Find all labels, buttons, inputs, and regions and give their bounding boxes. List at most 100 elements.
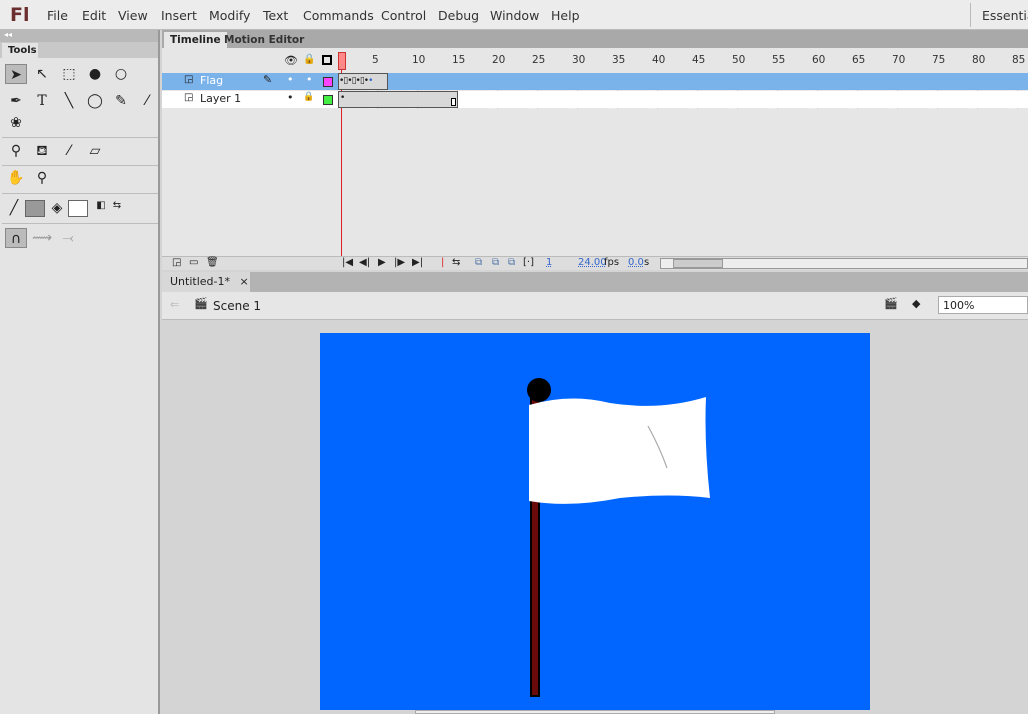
tools-tab[interactable]: Tools [2, 43, 38, 59]
layer-outline-color[interactable] [323, 77, 333, 87]
tab-motion-editor[interactable]: Motion Editor [218, 32, 310, 48]
frame-number: 65 [852, 54, 866, 66]
bone-tool-icon[interactable]: ⚲ [5, 141, 27, 161]
frame-number: 85 [1012, 54, 1026, 66]
hand-tool-icon[interactable]: ✋ [5, 168, 27, 188]
play-icon[interactable]: ▶ [378, 257, 386, 268]
pencil-icon: ✎ [263, 73, 273, 86]
menu-view[interactable]: View [118, 8, 148, 23]
visibility-dot[interactable]: • [287, 91, 294, 104]
frame-number: 40 [652, 54, 666, 66]
subselection-tool-icon[interactable]: ↖ [31, 64, 53, 84]
collapse-button[interactable]: ◂◂ [0, 30, 158, 42]
menu-modify[interactable]: Modify [209, 8, 250, 23]
lock-icon[interactable]: 🔒 [303, 92, 314, 102]
menu-debug[interactable]: Debug [438, 8, 479, 23]
close-tab-icon[interactable]: × [239, 275, 248, 288]
layer-row-layer1[interactable]: ◲ Layer 1 • 🔒 • [162, 91, 1028, 108]
center-frame-icon[interactable]: | [441, 257, 444, 268]
frame-number: 10 [412, 54, 426, 66]
menu-bar: Fl File Edit View Insert Modify Text Com… [0, 0, 1028, 30]
zoom-tool-icon[interactable]: ⚲ [31, 168, 53, 188]
menu-help[interactable]: Help [551, 8, 580, 23]
go-to-first-frame-icon[interactable]: |◀ [342, 257, 353, 268]
loop-icon[interactable]: ⇆ [452, 257, 460, 268]
modify-markers-icon[interactable]: [·] [523, 257, 534, 268]
free-transform-tool-icon[interactable]: ⬚ [58, 64, 80, 84]
playhead[interactable] [338, 52, 346, 70]
pencil-tool-icon[interactable]: ✎ [110, 91, 132, 111]
frame-rate[interactable]: 24.00 [578, 257, 607, 268]
frame-number: 25 [532, 54, 546, 66]
show-hide-all-icon[interactable]: 👁 [284, 54, 298, 67]
lasso-tool-icon[interactable]: ○ [110, 64, 132, 84]
frame-number: 5 [372, 54, 379, 66]
layer-outline-color[interactable] [323, 95, 333, 105]
back-arrow-icon[interactable]: ⇐ [170, 298, 179, 311]
menu-window[interactable]: Window [490, 8, 539, 23]
text-tool-icon[interactable]: T [31, 91, 53, 111]
onion-outlines-icon[interactable]: ⧉ [492, 257, 499, 268]
menu-file[interactable]: File [47, 8, 68, 23]
pen-tool-icon[interactable]: ✒ [5, 91, 27, 111]
outline-all-icon[interactable] [322, 55, 332, 65]
flag-artwork[interactable] [320, 333, 870, 710]
brush-tool-icon[interactable]: ⁄ [136, 91, 158, 111]
stroke-color-swatch[interactable] [25, 200, 45, 217]
oval-tool-icon[interactable]: ◯ [84, 91, 106, 111]
paint-bucket-tool-icon[interactable]: ⛾ [31, 141, 53, 161]
new-layer-icon[interactable]: ◲ [172, 257, 181, 268]
menu-edit[interactable]: Edit [82, 8, 106, 23]
timeline-scrollbar[interactable] [660, 258, 1028, 269]
eraser-tool-icon[interactable]: ▱ [84, 141, 106, 161]
3d-rotation-tool-icon[interactable]: ● [84, 64, 106, 84]
frame-number: 55 [772, 54, 786, 66]
frame-number: 30 [572, 54, 586, 66]
swap-colors-icon[interactable]: ⇆ [106, 196, 128, 216]
menu-commands[interactable]: Commands [303, 8, 374, 23]
fill-color-swatch[interactable] [68, 200, 88, 217]
layer-name[interactable]: Flag [200, 74, 223, 87]
stage[interactable] [320, 333, 870, 710]
zoom-input[interactable]: 100% [938, 296, 1028, 314]
go-to-last-frame-icon[interactable]: ▶| [412, 257, 423, 268]
selection-tool-icon[interactable]: ➤ [5, 64, 27, 84]
eyedropper-tool-icon[interactable]: ⁄ [58, 141, 80, 161]
delete-layer-icon[interactable]: 🗑 [206, 257, 219, 268]
menu-control[interactable]: Control [381, 8, 426, 23]
layer1-frames[interactable]: • [338, 91, 458, 108]
new-folder-icon[interactable]: ▭ [189, 257, 198, 268]
scene-name[interactable]: Scene 1 [213, 299, 261, 313]
onion-skin-icon[interactable]: ⧉ [475, 257, 482, 268]
layer-icon: ◲ [184, 74, 194, 85]
fill-color-icon: ◈ [51, 200, 63, 216]
edit-multiple-frames-icon[interactable]: ⧉ [508, 257, 515, 268]
smooth-icon[interactable]: ⟿ [31, 228, 53, 248]
straighten-icon[interactable]: ⤙ [57, 228, 79, 248]
tools-panel: ◂◂ Tools ➤ ↖ ⬚ ● ○ ✒ T ╲ ◯ ✎ ⁄ ❀ ⚲ ⛾ ⁄ ▱… [0, 30, 160, 714]
layer-row-flag[interactable]: ◲ Flag ✎ • • •▯•▯•▯•• [162, 73, 1028, 90]
menu-insert[interactable]: Insert [161, 8, 197, 23]
menu-text[interactable]: Text [263, 8, 288, 23]
lock-dot[interactable]: • [306, 73, 313, 86]
lock-all-icon[interactable]: 🔒 [303, 54, 315, 65]
line-tool-icon[interactable]: ╲ [58, 91, 80, 111]
deco-tool-icon[interactable]: ❀ [5, 113, 27, 133]
frame-number: 20 [492, 54, 506, 66]
flag-keyframes[interactable]: •▯•▯•▯•• [338, 73, 388, 90]
edit-symbols-icon[interactable]: ◆ [912, 297, 920, 310]
stage-scrollbar[interactable] [415, 710, 775, 714]
frame-number: 80 [972, 54, 986, 66]
frame-number: 15 [452, 54, 466, 66]
elapsed-time[interactable]: 0.0 [628, 257, 644, 268]
workspace-switcher[interactable]: Essentials [982, 8, 1028, 23]
edit-scene-icon[interactable]: 🎬 [884, 297, 898, 310]
flag-cloth [529, 397, 710, 504]
step-back-icon[interactable]: ◀| [359, 257, 370, 268]
visibility-dot[interactable]: • [287, 73, 294, 86]
snap-to-objects-icon[interactable]: ∩ [5, 228, 27, 248]
step-forward-icon[interactable]: |▶ [394, 257, 405, 268]
layer-name[interactable]: Layer 1 [200, 92, 241, 105]
current-frame[interactable]: 1 [546, 257, 552, 268]
document-tab[interactable]: Untitled-1* × [162, 272, 250, 292]
